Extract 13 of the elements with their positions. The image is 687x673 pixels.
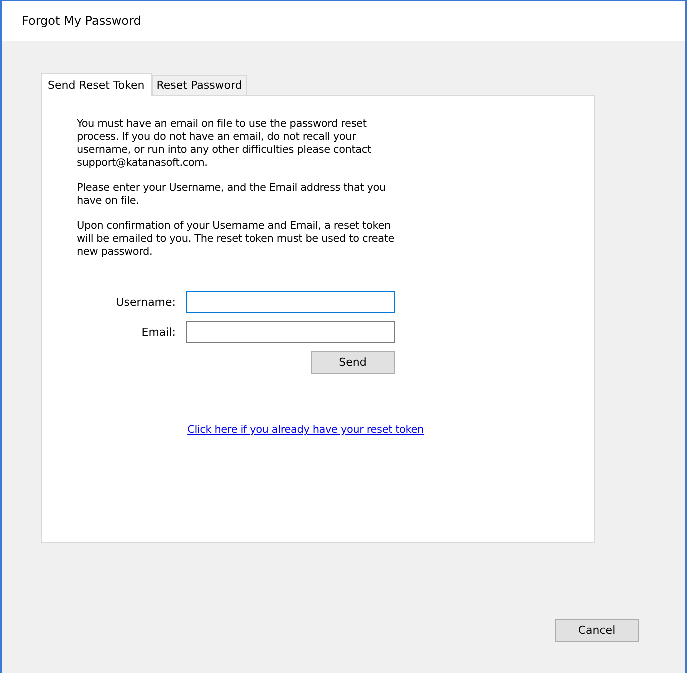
instruction-text: You must have an email on file to use the password reset process. If you do not have an email, do not recall your username, or run into any other difficulties please contact support@katanasoft.com. (77, 118, 372, 170)
tab[interactable]: Send Reset Token (41, 73, 152, 96)
input-field[interactable] (186, 291, 395, 313)
field-label: Email: (140, 326, 177, 338)
send-button[interactable]: Send (311, 351, 395, 374)
field-label: Username: (115, 296, 177, 308)
tab[interactable]: Reset Password (152, 75, 248, 95)
instruction-text: Please enter your Username, and the Email address that you have on file. (77, 182, 387, 208)
input-field[interactable] (186, 321, 395, 343)
window-title: Forgot My Password (22, 14, 142, 28)
reset-token-link[interactable]: Click here if you already have your reset token (188, 424, 424, 436)
cancel-button[interactable]: Cancel (555, 619, 639, 642)
instruction-text: Upon confirmation of your Username and Email, a reset token will be emailed to you. The reset token must be used to create new password. (77, 220, 396, 259)
